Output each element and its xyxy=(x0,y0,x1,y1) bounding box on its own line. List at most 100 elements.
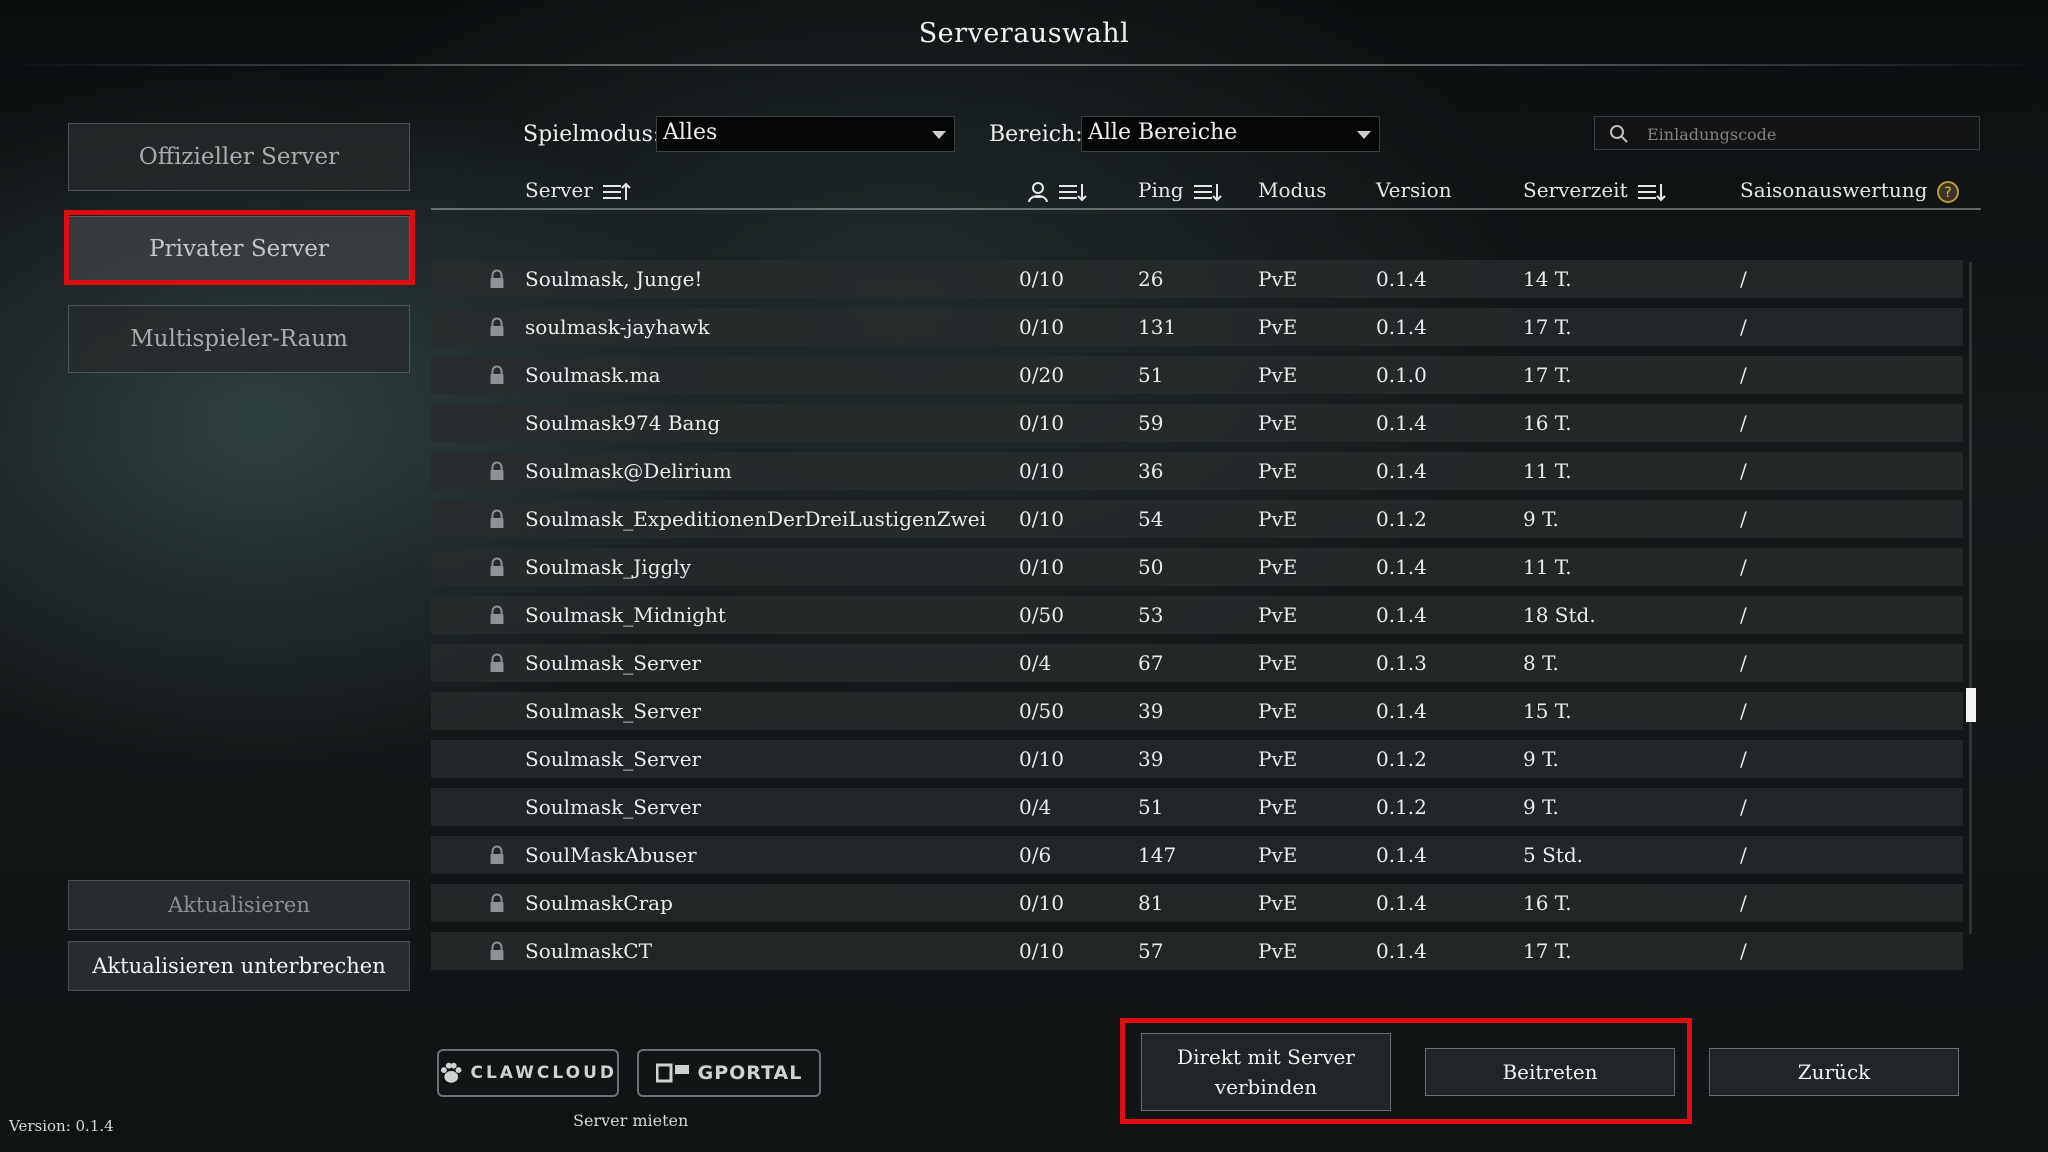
table-row[interactable]: Soulmask_Jiggly 0/10 50 PvE 0.1.4 11 T. / xyxy=(431,548,1963,586)
rent-server-label: Server mieten xyxy=(573,1111,689,1130)
table-row[interactable]: Soulmask_Server 0/10 39 PvE 0.1.2 9 T. / xyxy=(431,740,1963,778)
game-mode-label: Spielmodus: xyxy=(523,122,661,147)
cell-players: 0/4 xyxy=(1019,651,1052,675)
page-title: Serverauswahl xyxy=(918,18,1130,49)
column-header-server-time[interactable]: Serverzeit xyxy=(1523,178,1666,202)
back-label: Zurück xyxy=(1797,1060,1871,1084)
column-header-server[interactable]: Server xyxy=(525,178,631,202)
game-mode-value: Alles xyxy=(663,120,718,145)
table-row[interactable]: soulmask-jayhawk 0/10 131 PvE 0.1.4 17 T. / xyxy=(431,308,1963,346)
cell-players: 0/10 xyxy=(1019,267,1064,291)
sidebar-item-multiplayer-room[interactable]: Multispieler-Raum xyxy=(68,305,410,373)
cell-ping: 50 xyxy=(1138,555,1164,579)
table-row[interactable]: Soulmask@Delirium 0/10 36 PvE 0.1.4 11 T. / xyxy=(431,452,1963,490)
cell-version: 0.1.0 xyxy=(1376,363,1427,387)
cell-server-name: Soulmask_Server xyxy=(525,795,702,819)
table-row[interactable]: Soulmask_Midnight 0/50 53 PvE 0.1.4 18 Std. / xyxy=(431,596,1963,634)
cell-players: 0/6 xyxy=(1019,843,1052,867)
cell-mode: PvE xyxy=(1258,795,1298,819)
column-header-mode: Modus xyxy=(1258,178,1327,202)
refresh-button[interactable]: Aktualisieren xyxy=(68,880,410,930)
game-mode-dropdown[interactable]: Alles xyxy=(656,116,955,152)
column-header-label: Ping xyxy=(1138,178,1184,202)
gportal-text: GPORTAL xyxy=(697,1062,803,1084)
cell-server-name: SoulMaskAbuser xyxy=(525,843,697,867)
table-row[interactable]: Soulmask_ExpeditionenDerDreiLustigenZwei… xyxy=(431,500,1963,538)
cell-server-time: 9 T. xyxy=(1523,507,1559,531)
column-header-players[interactable] xyxy=(1025,178,1088,203)
cell-version: 0.1.4 xyxy=(1376,891,1427,915)
cell-server-name: Soulmask_Midnight xyxy=(525,603,726,627)
cell-ping: 131 xyxy=(1138,315,1177,339)
cell-server-name: Soulmask_ExpeditionenDerDreiLustigenZwei xyxy=(525,507,986,531)
cell-version: 0.1.4 xyxy=(1376,315,1427,339)
cell-ping: 26 xyxy=(1138,267,1164,291)
sort-icon xyxy=(603,182,631,200)
scrollbar-track[interactable] xyxy=(1969,262,1972,934)
cell-ping: 36 xyxy=(1138,459,1164,483)
cell-season: / xyxy=(1740,747,1747,771)
direct-connect-label: Direkt mit Server verbinden xyxy=(1177,1045,1355,1099)
column-header-version: Version xyxy=(1376,178,1452,202)
table-row[interactable]: Soulmask_Server 0/4 51 PvE 0.1.2 9 T. / xyxy=(431,788,1963,826)
table-header: Server Ping Modus Version Serverzeit Sai… xyxy=(431,176,1981,210)
sidebar-item-label: Multispieler-Raum xyxy=(130,326,348,352)
join-button[interactable]: Beitreten xyxy=(1425,1048,1675,1096)
cell-server-time: 17 T. xyxy=(1523,939,1572,963)
sidebar-item-official[interactable]: Offizieller Server xyxy=(68,123,410,191)
cell-season: / xyxy=(1740,795,1747,819)
cell-version: 0.1.4 xyxy=(1376,459,1427,483)
highlight-private-server xyxy=(64,210,415,285)
clawcloud-logo[interactable]: CLAWCLOUD xyxy=(437,1049,619,1097)
cell-season: / xyxy=(1740,699,1747,723)
table-row[interactable]: Soulmask_Server 0/50 39 PvE 0.1.4 15 T. / xyxy=(431,692,1963,730)
cell-server-time: 11 T. xyxy=(1523,459,1572,483)
table-row[interactable]: SoulmaskCrap 0/10 81 PvE 0.1.4 16 T. / xyxy=(431,884,1963,922)
cell-version: 0.1.4 xyxy=(1376,603,1427,627)
table-row[interactable]: SoulmaskCT 0/10 57 PvE 0.1.4 17 T. / xyxy=(431,932,1963,970)
gportal-icon xyxy=(655,1063,689,1083)
invite-code-search xyxy=(1594,116,1980,150)
cell-server-name: Soulmask_Jiggly xyxy=(525,555,692,579)
lock-icon xyxy=(489,941,505,966)
cell-server-name: Soulmask@Delirium xyxy=(525,459,732,483)
lock-icon xyxy=(489,365,505,390)
invite-code-input[interactable] xyxy=(1645,120,1969,148)
cell-server-time: 9 T. xyxy=(1523,747,1559,771)
lock-icon xyxy=(489,845,505,870)
cell-season: / xyxy=(1740,555,1747,579)
cell-version: 0.1.4 xyxy=(1376,699,1427,723)
stop-refresh-label: Aktualisieren unterbrechen xyxy=(92,954,386,978)
direct-connect-button[interactable]: Direkt mit Server verbinden xyxy=(1141,1033,1391,1111)
table-row[interactable]: Soulmask, Junge! 0/10 26 PvE 0.1.4 14 T. / xyxy=(431,260,1963,298)
table-row[interactable]: Soulmask974 Bang 0/10 59 PvE 0.1.4 16 T. / xyxy=(431,404,1963,442)
table-row[interactable]: SoulMaskAbuser 0/6 147 PvE 0.1.4 5 Std. / xyxy=(431,836,1963,874)
sidebar-item-label: Offizieller Server xyxy=(138,144,340,170)
gportal-logo[interactable]: GPORTAL xyxy=(637,1049,821,1097)
chevron-down-icon xyxy=(932,131,946,139)
table-row[interactable]: Soulmask.ma 0/20 51 PvE 0.1.0 17 T. / xyxy=(431,356,1963,394)
cell-season: / xyxy=(1740,603,1747,627)
cell-version: 0.1.4 xyxy=(1376,939,1427,963)
table-row[interactable]: Soulmask_Server 0/4 67 PvE 0.1.3 8 T. / xyxy=(431,644,1963,682)
back-button[interactable]: Zurück xyxy=(1709,1048,1959,1096)
cell-season: / xyxy=(1740,411,1747,435)
cell-players: 0/10 xyxy=(1019,939,1064,963)
cell-server-name: SoulmaskCT xyxy=(525,939,652,963)
cell-ping: 147 xyxy=(1138,843,1177,867)
region-dropdown[interactable]: Alle Bereiche xyxy=(1081,116,1380,152)
cell-season: / xyxy=(1740,891,1747,915)
svg-text:?: ? xyxy=(1944,185,1951,201)
cell-server-name: Soulmask_Server xyxy=(525,747,702,771)
cell-server-name: Soulmask, Junge! xyxy=(525,267,703,291)
scrollbar-thumb[interactable] xyxy=(1966,688,1976,722)
help-icon[interactable]: ? xyxy=(1936,180,1960,204)
column-header-ping[interactable]: Ping xyxy=(1138,178,1222,202)
lock-icon xyxy=(489,605,505,630)
stop-refresh-button[interactable]: Aktualisieren unterbrechen xyxy=(68,941,410,991)
chevron-down-icon xyxy=(1357,131,1371,139)
cell-mode: PvE xyxy=(1258,651,1298,675)
cell-mode: PvE xyxy=(1258,459,1298,483)
cell-ping: 57 xyxy=(1138,939,1164,963)
cell-version: 0.1.4 xyxy=(1376,411,1427,435)
